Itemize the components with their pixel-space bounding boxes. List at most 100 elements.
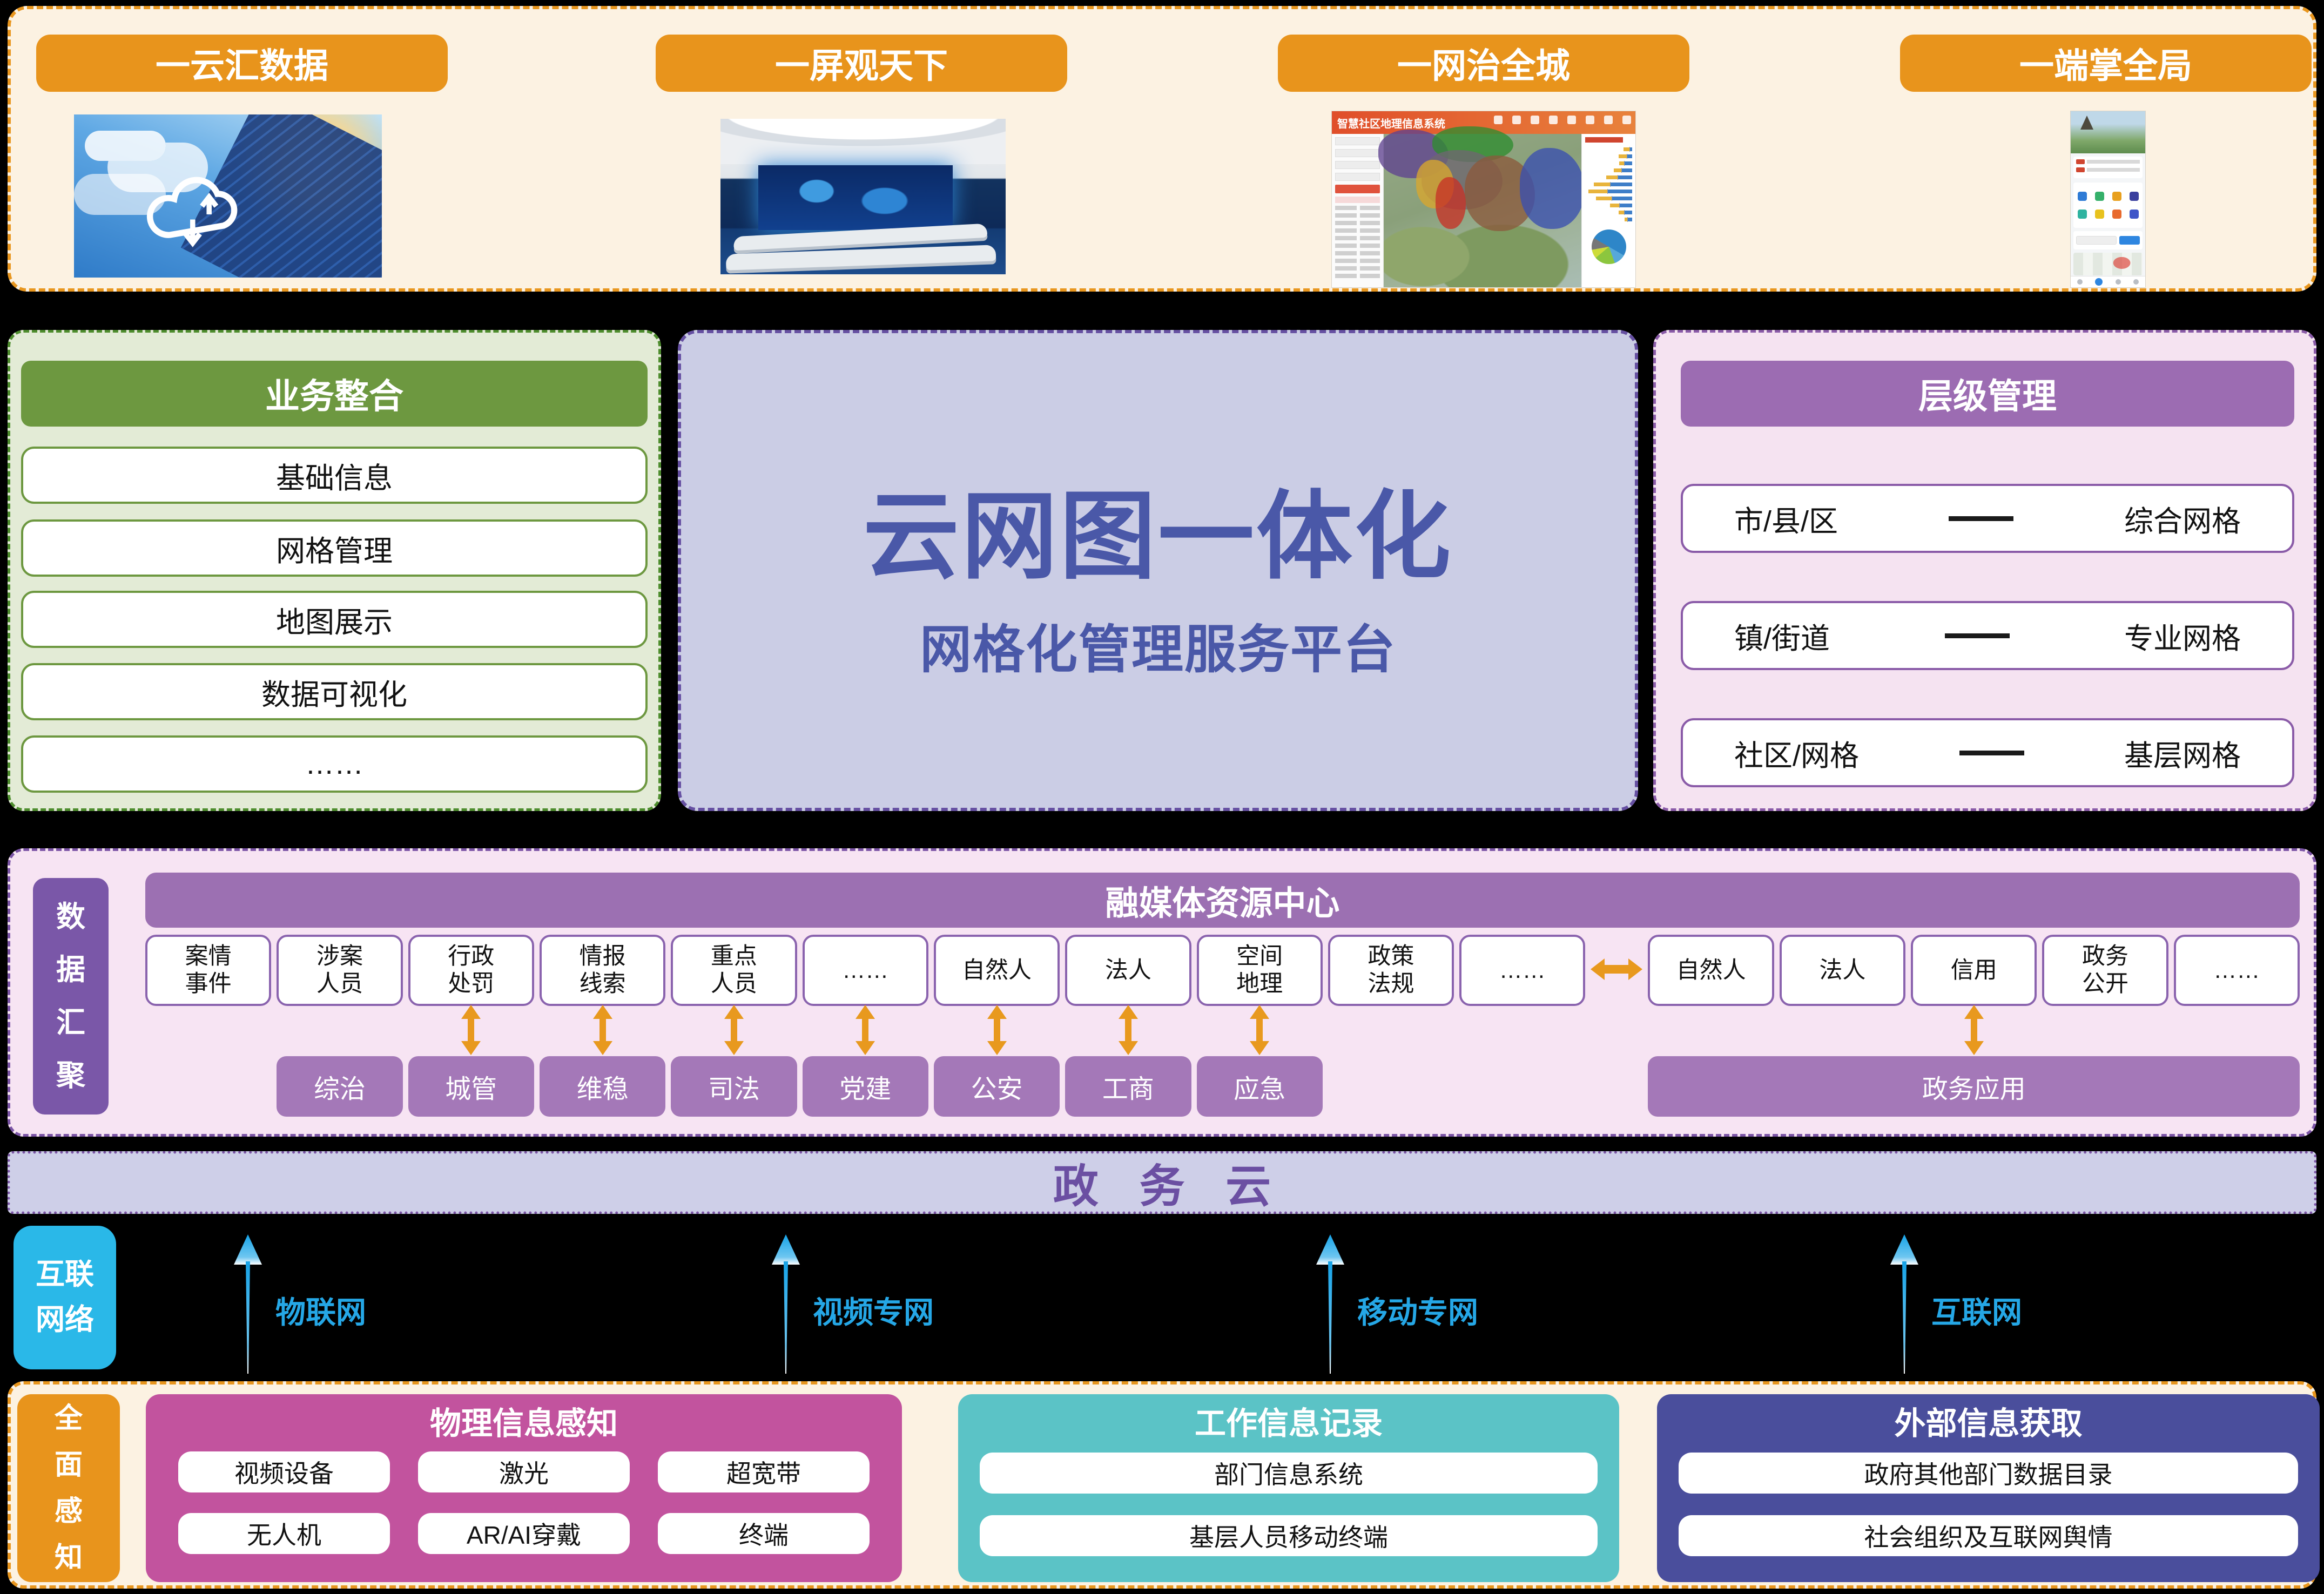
up-arrow-icon (1887, 1234, 1922, 1376)
video-wall (758, 165, 953, 230)
phone-input (2076, 236, 2117, 245)
work-record-panel: 工作信息记录 部门信息系统 基层人员移动终端 (958, 1394, 1619, 1582)
vertical-exchange-arrow-icon (855, 1004, 875, 1058)
up-arrow-icon (1313, 1234, 1348, 1376)
external-item: 社会组织及互联网舆情 (1679, 1515, 2298, 1556)
phone-banner-photo (2071, 111, 2145, 153)
government-cloud-bar: 政务云 (8, 1151, 2316, 1214)
vertical-exchange-arrow-icon (724, 1004, 744, 1058)
horizontal-exchange-arrow-icon (1591, 958, 1643, 983)
source-box: 政策 法规 (1328, 935, 1454, 1006)
pagoda-silhouette (2080, 116, 2093, 130)
hierarchy-header: 层级管理 (1681, 361, 2294, 427)
business-item: 地图展示 (21, 591, 648, 648)
dept-box: 司法 (671, 1056, 797, 1117)
diagram-stage: 一云汇数据 一屏观天下 一网治全城 一端掌全局 智慧社区地理信息系统 业务整合 … (0, 0, 2324, 1594)
external-info-header: 外部信息获取 (1894, 1406, 2083, 1441)
gov-application-box: 政务应用 (1648, 1056, 2300, 1117)
hierarchy-row: 市/县/区 综合网格 (1681, 484, 2294, 553)
phone-search-row (2073, 231, 2143, 249)
dash-connector (1959, 750, 2024, 755)
cloud-sync-icon (146, 177, 238, 247)
dept-box: 公安 (933, 1056, 1060, 1117)
mobile-app-image (2071, 111, 2145, 287)
app-icon (2129, 210, 2139, 219)
platform-title: 云网图一体化 (863, 482, 1453, 590)
gis-map (1378, 126, 1585, 287)
media-resource-center-header: 融媒体资源中心 (145, 873, 2300, 928)
source-box: 自然人 (1648, 935, 1774, 1006)
dept-box: 城管 (408, 1056, 534, 1117)
vertical-exchange-arrow-icon (592, 1004, 612, 1058)
external-item: 政府其他部门数据目录 (1679, 1453, 2298, 1494)
gis-dashboard-image: 智慧社区地理信息系统 (1332, 111, 1635, 287)
network-tab: 互联 网络 (14, 1226, 116, 1369)
control-room-image (720, 119, 1006, 274)
business-item: 基础信息 (21, 447, 648, 504)
source-box: 法人 (1779, 935, 1906, 1006)
platform-center-panel: 云网图一体化 网格化管理服务平台 (678, 330, 1638, 811)
government-cloud-label: 政务云 (1053, 1160, 1312, 1212)
dept-box: 应急 (1196, 1056, 1323, 1117)
physical-sensing-header: 物理信息感知 (429, 1406, 618, 1441)
pie-chart (1591, 229, 1626, 264)
phone-map-card (2073, 253, 2143, 275)
network-link-label: 移动专网 (1357, 1295, 1478, 1329)
population-pyramid (1585, 147, 1632, 224)
up-arrow-icon (769, 1234, 803, 1376)
source-box: 案情 事件 (145, 935, 272, 1006)
hierarchy-row: 镇/街道 专业网格 (1681, 601, 2294, 670)
app-icon (2077, 191, 2087, 201)
app-icon (2094, 191, 2104, 201)
phone-app-grid (2073, 183, 2143, 228)
source-box: 法人 (1065, 935, 1191, 1006)
phone-blue-button (2119, 236, 2140, 245)
external-info-panel: 外部信息获取 政府其他部门数据目录 社会组织及互联网舆情 (1657, 1394, 2320, 1582)
hierarchy-left: 社区/网格 (1734, 739, 1860, 772)
sensing-item: 终端 (658, 1513, 870, 1554)
vertical-exchange-arrow-icon (987, 1004, 1007, 1058)
work-item: 部门信息系统 (980, 1453, 1598, 1494)
sensing-item: AR/AI穿戴 (418, 1513, 630, 1554)
dept-box: 党建 (802, 1056, 928, 1117)
room-ceiling (720, 119, 1006, 164)
gis-title: 智慧社区地理信息系统 (1337, 118, 1445, 130)
business-integration-panel: 业务整合 基础信息 网格管理 地图展示 数据可视化 …… (8, 330, 661, 811)
source-box: 信用 (1911, 935, 2037, 1006)
dept-box: 维稳 (539, 1056, 666, 1117)
business-item: 数据可视化 (21, 663, 648, 720)
dash-connector (1949, 516, 2013, 521)
sensing-tab: 全 面 感 知 (17, 1394, 120, 1582)
phone-bottom-nav (2071, 276, 2145, 287)
work-item: 基层人员移动终端 (980, 1515, 1598, 1556)
vertical-exchange-arrow-icon (1964, 1004, 1984, 1058)
network-link-label: 互联网 (1931, 1295, 2022, 1329)
sensing-item: 视频设备 (178, 1451, 390, 1492)
business-item: 网格管理 (21, 519, 648, 577)
vertical-exchange-arrow-icon (461, 1004, 481, 1058)
network-link-label: 物联网 (275, 1295, 366, 1329)
physical-sensing-panel: 物理信息感知 视频设备 激光 超宽带 无人机 AR/AI穿戴 终端 (146, 1394, 902, 1582)
dept-box: 工商 (1065, 1056, 1191, 1117)
app-icon (2129, 191, 2139, 201)
source-box: 重点 人员 (671, 935, 797, 1006)
top-section: 一云汇数据 一屏观天下 一网治全城 一端掌全局 智慧社区地理信息系统 (8, 6, 2316, 292)
vertical-exchange-arrow-icon (1250, 1004, 1270, 1058)
platform-subtitle: 网格化管理服务平台 (920, 620, 1396, 679)
source-box: 自然人 (933, 935, 1060, 1006)
app-icon (2094, 210, 2104, 219)
pill-cloud-data: 一云汇数据 (36, 35, 448, 92)
source-box: …… (2173, 935, 2300, 1006)
phone-notice-card (2073, 157, 2143, 178)
hierarchy-right: 专业网格 (2124, 622, 2241, 655)
pill-one-network: 一网治全城 (1278, 35, 1689, 92)
source-box: 情报 线索 (539, 935, 666, 1006)
data-hub-grid: 案情 事件 涉案 人员 行政 处罚 情报 线索 重点 人员 …… 自然人 法人 … (145, 935, 2300, 1117)
vertical-exchange-arrow-icon (1118, 1004, 1138, 1058)
sensing-item: 激光 (418, 1451, 630, 1492)
network-link-label: 视频专网 (813, 1295, 934, 1329)
source-box: …… (802, 935, 928, 1006)
work-record-header: 工作信息记录 (1194, 1406, 1383, 1441)
sensing-item: 无人机 (178, 1513, 390, 1554)
hierarchy-right: 综合网格 (2124, 505, 2241, 538)
